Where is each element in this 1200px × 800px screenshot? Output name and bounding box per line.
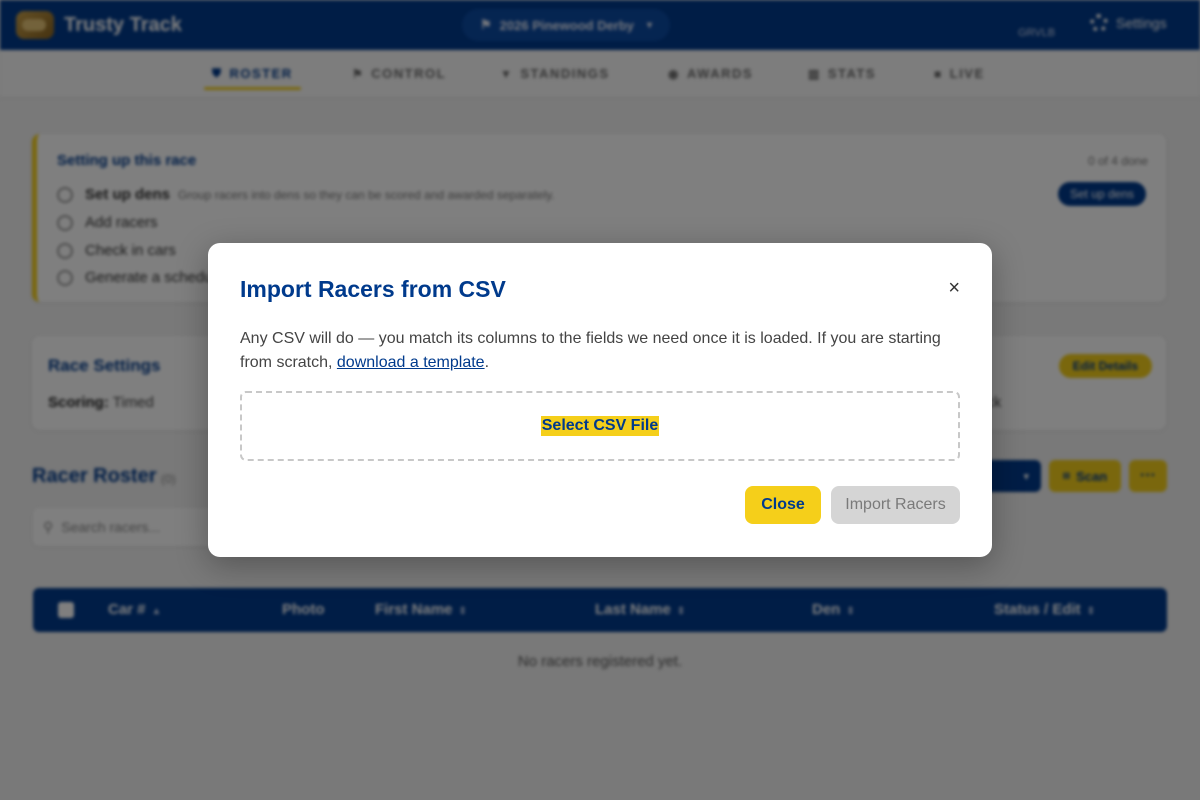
- download-template-link[interactable]: download a template: [337, 354, 485, 371]
- modal-title: Import Racers from CSV: [240, 276, 506, 302]
- close-button[interactable]: Close: [745, 486, 821, 524]
- select-csv-file-button[interactable]: Select CSV File: [540, 416, 660, 436]
- import-racers-button[interactable]: Import Racers: [831, 486, 960, 524]
- csv-dropzone[interactable]: Select CSV File: [240, 391, 960, 461]
- close-icon[interactable]: ×: [948, 277, 960, 300]
- description-end: .: [484, 354, 490, 371]
- modal-description: Any CSV will do — you match its columns …: [240, 327, 960, 375]
- import-csv-modal: Import Racers from CSV × Any CSV will do…: [208, 243, 992, 557]
